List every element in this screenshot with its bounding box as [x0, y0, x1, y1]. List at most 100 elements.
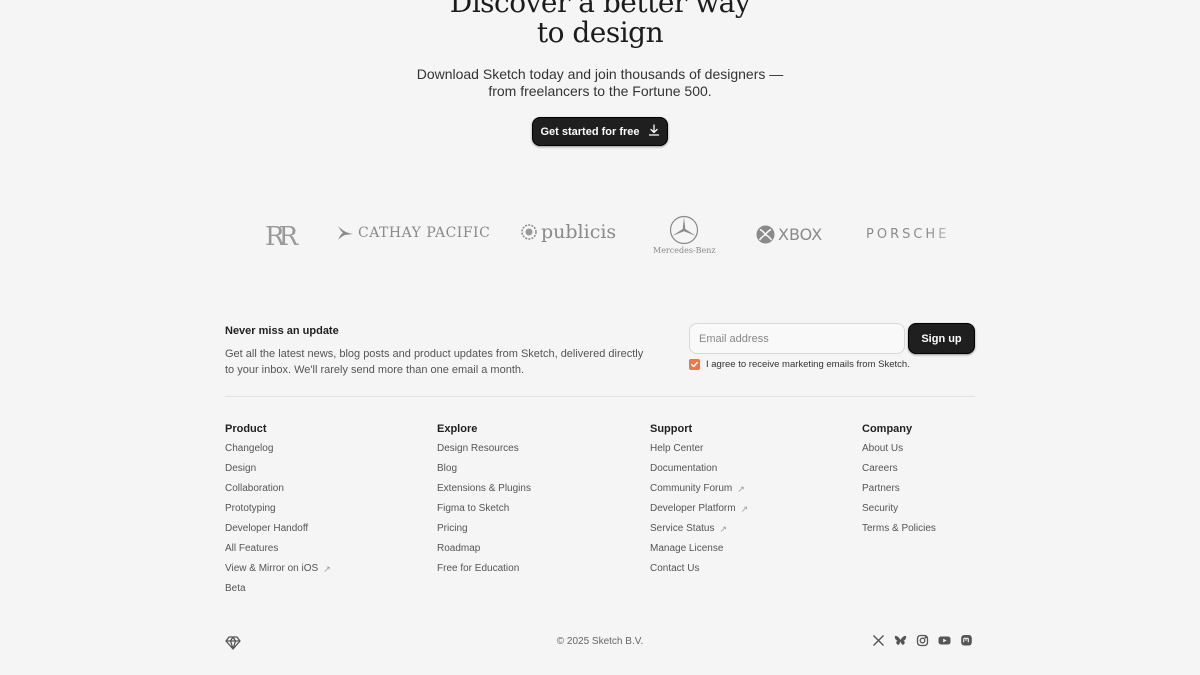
footer-link-label: Prototyping: [225, 503, 276, 514]
footer-link[interactable]: Community Forum ↗: [650, 483, 748, 503]
footer-link-label: Developer Platform: [650, 503, 736, 514]
social-links: [872, 634, 973, 647]
newsletter-title: Never miss an update: [225, 325, 339, 337]
footer-link-list: Design Resources Blog Extensions & Plugins…: [437, 443, 531, 583]
external-link-icon: ↗: [719, 524, 728, 534]
footer-link[interactable]: Pricing: [437, 523, 531, 543]
footer-link-label: Design: [225, 463, 257, 474]
footer-link[interactable]: Collaboration: [225, 483, 331, 503]
hero-subtitle-line2: from freelancers to the Fortune 500.: [488, 83, 712, 99]
footer-column-company: Company About Us Careers Partners Security Te…: [862, 423, 936, 543]
footer-link-label: Partners: [862, 483, 900, 494]
rolls-royce-logo: RR: [265, 222, 298, 252]
footer-link[interactable]: Documentation: [650, 463, 748, 483]
footer-link-label: Documentation: [650, 463, 718, 474]
footer-link-list: Help Center Documentation Community Forum ↗…: [650, 443, 748, 583]
footer-link[interactable]: Service Status ↗: [650, 523, 748, 543]
get-started-button[interactable]: Get started for free: [532, 117, 668, 146]
xbox-logo: XBOX: [756, 225, 822, 244]
footer-link[interactable]: Blog: [437, 463, 531, 483]
footer-link-label: Community Forum: [650, 483, 733, 494]
porsche-logo-text: PORSCHE: [866, 227, 950, 242]
get-started-label: Get started for free: [540, 125, 640, 138]
hero-title-line2: to design: [536, 16, 664, 49]
footer-link-label: Manage License: [650, 543, 724, 554]
footer-column-heading: Product: [225, 423, 267, 435]
porsche-logo: PORSCHE: [866, 227, 971, 242]
footer-column-support: Support Help Center Documentation Community…: [650, 423, 748, 583]
footer-link-label: About Us: [862, 443, 904, 454]
footer-link[interactable]: View & Mirror on iOS ↗: [225, 563, 331, 583]
footer-link[interactable]: Partners: [862, 483, 936, 503]
footer-link[interactable]: Developer Platform ↗: [650, 503, 748, 523]
copyright: © 2025 Sketch B.V.: [556, 636, 644, 647]
footer-link-label: Careers: [862, 463, 898, 474]
footer-link-label: Security: [862, 503, 899, 514]
footer-link[interactable]: Extensions & Plugins: [437, 483, 531, 503]
cathay-pacific-logo: CATHAY PACIFIC: [336, 225, 490, 241]
footer-column-explore: Explore Design Resources Blog Extensions & …: [437, 423, 531, 583]
mercedes-star-icon: [670, 215, 699, 245]
footer-link[interactable]: All Features: [225, 543, 331, 563]
footer-link[interactable]: Help Center: [650, 443, 748, 463]
footer-link[interactable]: Terms & Policies: [862, 523, 936, 543]
rolls-royce-logo-text: RR: [265, 222, 298, 252]
instagram-icon[interactable]: [916, 634, 929, 647]
footer-link[interactable]: Changelog: [225, 443, 331, 463]
xbox-logo-text: XBOX: [778, 225, 823, 244]
youtube-icon[interactable]: [938, 634, 951, 647]
sign-up-button[interactable]: Sign up: [908, 323, 975, 354]
footer-link-label: Service Status: [650, 523, 715, 534]
mercedes-benz-logo: Mercedes-Benz: [653, 215, 716, 255]
footer-link-label: Free for Education: [437, 563, 520, 574]
external-link-icon: ↗: [740, 504, 749, 514]
footer-link-list: About Us Careers Partners Security Terms & P…: [862, 443, 936, 543]
sign-up-label: Sign up: [921, 332, 962, 345]
customer-logos: RR CATHAY PACIFIC publicis Mercedes-Benz…: [0, 205, 1200, 265]
publicis-logo: publicis: [520, 221, 616, 243]
consent-label: I agree to receive marketing emails from…: [706, 359, 910, 370]
footer-link[interactable]: Figma to Sketch: [437, 503, 531, 523]
cathay-wing-icon: [338, 226, 353, 240]
footer-link[interactable]: Design: [225, 463, 331, 483]
mercedes-logo-text: Mercedes-Benz: [653, 246, 716, 255]
hero-subtitle: Download Sketch today and join thousands…: [0, 66, 1200, 100]
footer-link[interactable]: Careers: [862, 463, 936, 483]
marketing-consent[interactable]: I agree to receive marketing emails from…: [689, 359, 910, 370]
footer-link[interactable]: Free for Education: [437, 563, 531, 583]
email-field[interactable]: [689, 323, 905, 354]
footer-link-label: Contact Us: [650, 563, 700, 574]
footer-link-label: Terms & Policies: [862, 523, 936, 534]
footer-link[interactable]: About Us: [862, 443, 936, 463]
mastodon-icon[interactable]: [960, 634, 973, 647]
footer-link-list: Changelog Design Collaboration Prototyping D…: [225, 443, 331, 603]
x-icon[interactable]: [872, 634, 885, 647]
footer-link-label: Collaboration: [225, 483, 284, 494]
footer-link[interactable]: Contact Us: [650, 563, 748, 583]
hero-subtitle-line1: Download Sketch today and join thousands…: [416, 66, 784, 82]
footer-link-label: Beta: [225, 583, 246, 594]
download-icon: [648, 124, 660, 139]
footer-link[interactable]: Manage License: [650, 543, 748, 563]
footer-link-label: Changelog: [225, 443, 274, 454]
footer-column-heading: Company: [862, 423, 913, 435]
publicis-logo-text: publicis: [541, 221, 617, 243]
external-link-icon: ↗: [737, 484, 745, 494]
footer-link[interactable]: Roadmap: [437, 543, 531, 563]
footer-link-label: Roadmap: [437, 543, 481, 554]
footer-link[interactable]: Beta: [225, 583, 331, 603]
footer-link-label: Developer Handoff: [225, 523, 309, 534]
footer-link-label: View & Mirror on iOS: [225, 563, 319, 574]
footer-link[interactable]: Prototyping: [225, 503, 331, 523]
cathay-logo-text: CATHAY PACIFIC: [358, 225, 491, 241]
footer-link-label: Pricing: [437, 523, 468, 534]
footer-link[interactable]: Design Resources: [437, 443, 531, 463]
footer-link[interactable]: Developer Handoff: [225, 523, 331, 543]
footer-link-label: Extensions & Plugins: [437, 483, 531, 494]
consent-checkbox[interactable]: [689, 359, 700, 370]
bluesky-icon[interactable]: [894, 634, 907, 647]
publicis-lion-icon: [521, 224, 537, 240]
footer-link[interactable]: Security: [862, 503, 936, 523]
footer-link-label: Help Center: [650, 443, 704, 454]
footer-divider: [225, 396, 975, 397]
